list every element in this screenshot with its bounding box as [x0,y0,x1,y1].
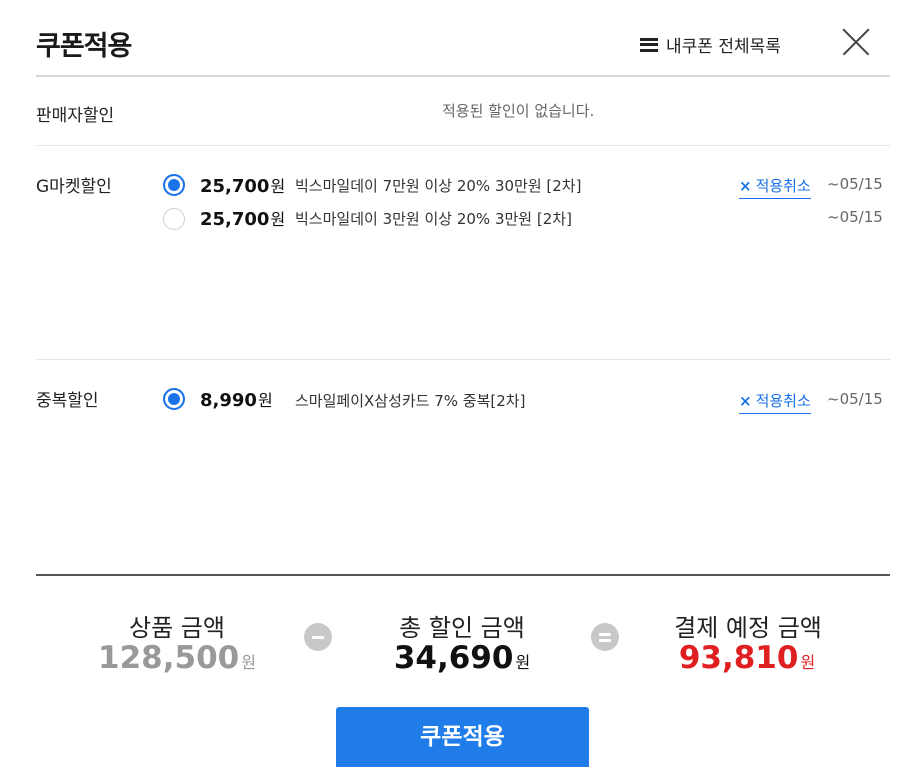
coupon-expiry: ~05/15 [827,208,883,226]
coupon-amount: 25,700원 [200,176,286,197]
cancel-x-icon: × [739,392,752,410]
close-icon[interactable] [842,28,870,56]
cancel-apply-link[interactable]: × 적용취소 [739,175,811,199]
summary-divider [36,574,890,576]
coupon-list-link[interactable]: 내쿠폰 전체목록 [640,32,781,57]
section-divider [36,359,890,360]
coupon-expiry: ~05/15 [827,390,883,408]
payment-amount-value: 93,810 원 [678,640,816,676]
coupon-expiry: ~05/15 [827,175,883,193]
coupon-description: 스마일페이X삼성카드 7% 중복[2차] [295,392,526,410]
menu-icon [640,37,658,52]
product-amount-label: 상품 금액 [129,614,225,642]
discount-total-value: 34,690 원 [393,640,531,676]
coupon-list-label: 내쿠폰 전체목록 [666,37,781,57]
apply-coupon-button[interactable]: 쿠폰적용 [336,707,589,767]
product-amount-value: 128,500 원 [98,640,256,676]
header-divider [36,75,890,77]
minus-icon [304,623,332,651]
gmarket-discount-label: G마켓할인 [36,177,112,197]
seller-empty-text: 적용된 할인이 없습니다. [442,102,595,120]
page-title: 쿠폰적용 [36,31,132,62]
cancel-x-icon: × [739,177,752,195]
duplicate-discount-label: 중복할인 [36,391,99,411]
coupon-radio[interactable] [163,208,185,230]
coupon-radio-selected[interactable] [163,174,185,196]
payment-amount-label: 결제 예정 금액 [674,614,822,642]
equals-icon [591,623,619,651]
cancel-apply-link[interactable]: × 적용취소 [739,390,811,414]
coupon-radio-selected[interactable] [163,388,185,410]
coupon-description: 빅스마일데이 3만원 이상 20% 3만원 [2차] [295,210,572,228]
section-divider [36,145,890,146]
coupon-description: 빅스마일데이 7만원 이상 20% 30만원 [2차] [295,177,582,195]
coupon-amount: 25,700원 [200,209,286,230]
seller-discount-label: 판매자할인 [36,106,115,126]
coupon-amount: 8,990원 [200,390,273,411]
discount-total-label: 총 할인 금액 [399,614,525,642]
